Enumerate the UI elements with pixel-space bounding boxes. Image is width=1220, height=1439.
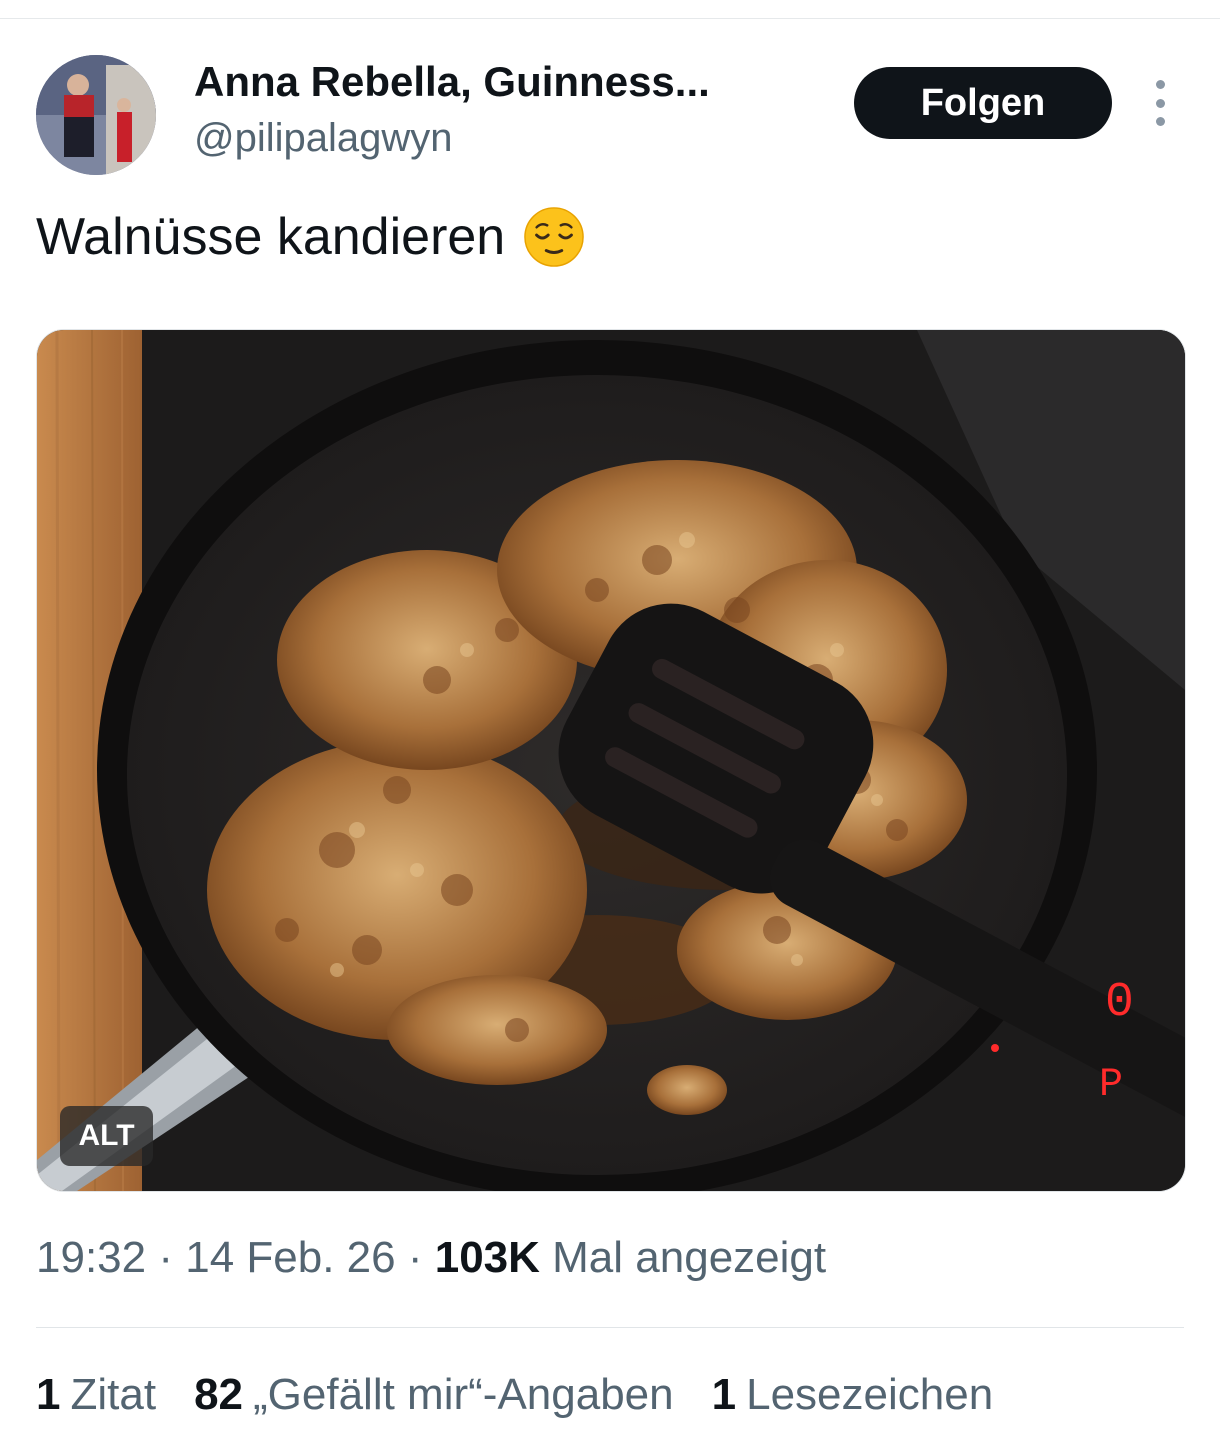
top-divider xyxy=(0,18,1220,19)
views-label: Mal angezeigt xyxy=(552,1233,827,1282)
tweet-text: Walnüsse kandieren xyxy=(36,206,585,268)
avatar[interactable] xyxy=(36,55,156,175)
tweet-meta: 19:32 · 14 Feb. 26 · 103K Mal angezeigt xyxy=(36,1233,826,1283)
more-dot xyxy=(1155,117,1165,126)
tweet-text-content: Walnüsse kandieren xyxy=(36,208,506,266)
stats-divider xyxy=(36,1327,1184,1328)
tweet-photo[interactable]: 0 P xyxy=(36,329,1186,1192)
views-count: 103K xyxy=(434,1233,553,1282)
likes-label: „Gefällt mir“-Angaben xyxy=(253,1370,674,1419)
likes-count: 82 xyxy=(194,1370,244,1419)
tweet-time[interactable]: 19:32 xyxy=(36,1233,146,1282)
follow-button[interactable]: Folgen xyxy=(854,67,1112,139)
quotes-stat[interactable]: 1 Zitat xyxy=(36,1370,156,1420)
more-dot xyxy=(1155,80,1165,89)
stove-display-bottom: P xyxy=(1099,1063,1123,1108)
photo-walnuts-pan: 0 P xyxy=(37,330,1185,1191)
author-handle[interactable]: @pilipalagwyn xyxy=(194,116,453,161)
tweet-date[interactable]: 14 Feb. 26 xyxy=(185,1233,395,1282)
avatar-image xyxy=(36,55,156,175)
bookmarks-label: Lesezeichen xyxy=(746,1370,994,1419)
meta-separator: · xyxy=(407,1233,435,1282)
engagement-stats: 1 Zitat 82 „Gefällt mir“-Angaben 1 Lesezeic… xyxy=(36,1370,1031,1420)
more-dot xyxy=(1155,98,1165,108)
more-vertical-icon[interactable] xyxy=(1140,80,1180,126)
bookmarks-stat[interactable]: 1 Lesezeichen xyxy=(712,1370,994,1420)
relieved-face-emoji xyxy=(524,207,585,267)
likes-stat[interactable]: 82 „Gefällt mir“-Angaben xyxy=(194,1370,674,1420)
quotes-label: Zitat xyxy=(70,1370,157,1419)
quotes-count: 1 xyxy=(36,1370,61,1419)
meta-separator: · xyxy=(158,1233,186,1282)
bookmarks-count: 1 xyxy=(711,1370,737,1419)
stove-display-top: 0 xyxy=(1105,976,1134,1030)
author-name[interactable]: Anna Rebella, Guinness... xyxy=(194,58,710,106)
alt-badge[interactable]: ALT xyxy=(60,1106,153,1166)
